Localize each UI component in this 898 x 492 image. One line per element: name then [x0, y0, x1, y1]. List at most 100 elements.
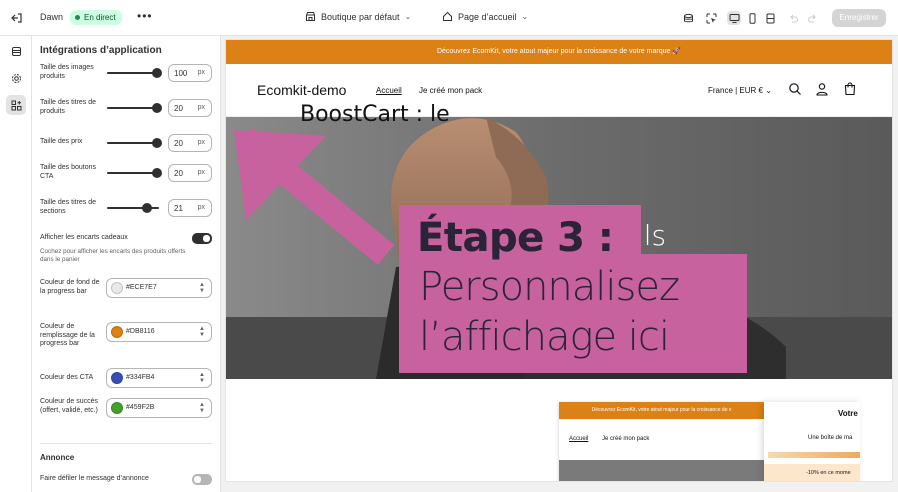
mobile-view-icon[interactable]: [745, 11, 759, 25]
color-label: Couleur des CTA: [40, 374, 94, 381]
nav-link-home[interactable]: Accueil: [376, 86, 402, 95]
tutorial-step-label-top: Étape 3 :: [399, 205, 641, 267]
setting-label: Taille des titres de sections: [40, 199, 97, 215]
store-logo[interactable]: Ecomkit-demo: [257, 82, 346, 98]
locale-selector[interactable]: France | EUR € ⌄: [708, 86, 772, 95]
cart-discount-text: -10% en ce mome: [806, 470, 851, 476]
search-icon[interactable]: [788, 82, 802, 96]
nav-link-pack[interactable]: Je créé mon pack: [419, 86, 482, 95]
range-slider[interactable]: [107, 138, 162, 148]
save-button[interactable]: Enregistrer: [832, 9, 886, 27]
slider-handle[interactable]: [142, 203, 152, 213]
inspector-icon[interactable]: [704, 11, 718, 25]
gift-toggle-label: Afficher les encarts cadeaux: [40, 234, 128, 241]
theme-selector-label: Boutique par défaut: [321, 11, 400, 22]
up-down-icon: ▲ ▼: [199, 402, 205, 414]
mini-announcement-bar: Découvrez EcomKit, votre atout majeur po…: [559, 402, 764, 419]
undo-icon[interactable]: [786, 11, 800, 25]
number-value: 100: [174, 69, 188, 78]
chevron-down-icon: ⌄: [521, 12, 529, 21]
chevron-down-icon: ⌄: [404, 12, 412, 21]
number-input[interactable]: 100 px: [168, 64, 212, 82]
setting-row-cta-size: Taille des boutons CTA 20 px: [40, 163, 214, 183]
setting-label: Taille des images produits: [40, 64, 94, 80]
app-embeds-icon[interactable]: [6, 95, 26, 115]
number-value: 20: [174, 104, 183, 113]
color-hex: #459F2B: [126, 404, 155, 411]
cart-message: Une boîte de ma: [808, 435, 853, 441]
cart-icon[interactable]: [843, 82, 857, 96]
tutorial-line-1: Personnalisez: [419, 264, 680, 310]
settings-sidebar: Intégrations d’application Taille des im…: [32, 36, 221, 492]
gift-toggle-row: Afficher les encarts cadeaux Cochez pour…: [40, 233, 214, 270]
slider-handle[interactable]: [152, 68, 162, 78]
top-bar: Dawn En direct ••• Boutique par défaut ⌄…: [0, 0, 898, 36]
color-hex: #DB8116: [126, 328, 155, 335]
color-label: Couleur de fond de la progress bar: [40, 279, 100, 295]
gift-toggle-switch[interactable]: [192, 233, 212, 244]
home-icon: [443, 11, 452, 21]
account-icon[interactable]: [815, 82, 829, 96]
fullscreen-icon[interactable]: [763, 11, 777, 25]
color-label: Couleur de succès (offert, validé, etc.): [40, 398, 98, 414]
tutorial-step-text-top: Étape 3 :: [417, 215, 614, 261]
color-swatch: [111, 402, 123, 414]
setting-label: Taille des boutons CTA: [40, 164, 97, 180]
number-value: 20: [174, 169, 183, 178]
gift-toggle-help: Cochez pour afficher les encarts des pro…: [40, 248, 186, 263]
color-row-success: Couleur de succès (offert, validé, etc.)…: [40, 398, 214, 428]
setting-row-title-size: Taille des titres de produits 20 px: [40, 98, 214, 118]
up-down-icon: ▲ ▼: [199, 282, 205, 294]
color-picker[interactable]: #459F2B ▲ ▼: [106, 398, 212, 418]
number-input[interactable]: 20 px: [168, 99, 212, 117]
slider-handle[interactable]: [152, 168, 162, 178]
color-row-progress-bg: Couleur de fond de la progress bar #ECE7…: [40, 278, 214, 308]
redo-icon[interactable]: [805, 11, 819, 25]
color-hex: #ECE7E7: [126, 284, 157, 291]
store-icon: [306, 12, 315, 21]
more-actions-button[interactable]: •••: [137, 9, 153, 23]
range-slider[interactable]: [107, 203, 159, 213]
toggle-knob: [203, 235, 210, 242]
unit-label: px: [197, 104, 205, 111]
unit-label: px: [197, 139, 205, 146]
sections-icon[interactable]: [6, 41, 26, 61]
divider: [40, 443, 212, 444]
color-row-cta: Couleur des CTA #334FB4 ▲ ▼: [40, 368, 214, 388]
color-row-progress-fill: Couleur de remplissage de la progress ba…: [40, 322, 214, 356]
slider-handle[interactable]: [152, 103, 162, 113]
announcement-bar[interactable]: Découvrez EcomKit, votre atout majeur po…: [226, 40, 892, 64]
database-icon[interactable]: [681, 11, 695, 25]
announce-toggle-row: Faire défiler le message d’annonce: [40, 474, 214, 488]
exit-icon[interactable]: [10, 11, 24, 25]
page-selector[interactable]: Page d’accueil ⌄: [442, 11, 528, 22]
page-selector-label: Page d’accueil: [458, 11, 517, 22]
range-slider[interactable]: [107, 103, 162, 113]
setting-row-image-size: Taille des images produits 100 px: [40, 64, 214, 84]
number-input[interactable]: 20 px: [168, 134, 212, 152]
range-slider[interactable]: [107, 68, 162, 78]
unit-label: px: [197, 69, 205, 76]
pointer-arrow-icon: [234, 127, 395, 266]
up-down-icon: ▲ ▼: [199, 372, 205, 384]
range-slider[interactable]: [107, 168, 162, 178]
cart-discount-banner: -10% en ce mome: [764, 464, 860, 481]
toggle-knob: [194, 476, 201, 483]
number-value: 21: [174, 204, 183, 213]
number-input[interactable]: 20 px: [168, 164, 212, 182]
slider-handle[interactable]: [152, 138, 162, 148]
mini-nav-home: Accueil: [569, 436, 589, 442]
color-picker[interactable]: #DB8116 ▲ ▼: [106, 322, 212, 342]
announce-section-title: Annonce: [40, 453, 75, 462]
color-picker[interactable]: #ECE7E7 ▲ ▼: [106, 278, 212, 298]
setting-row-section-title-size: Taille des titres de sections 21 px: [40, 198, 214, 218]
settings-gear-icon[interactable]: [6, 68, 26, 88]
number-input[interactable]: 21 px: [168, 199, 212, 217]
desktop-view-icon[interactable]: [727, 11, 741, 25]
unit-label: px: [197, 204, 205, 211]
theme-selector[interactable]: Boutique par défaut ⌄: [305, 11, 411, 22]
color-picker[interactable]: #334FB4 ▲ ▼: [106, 368, 212, 388]
announce-toggle-switch[interactable]: [192, 474, 212, 485]
up-down-icon: ▲ ▼: [199, 326, 205, 338]
color-label: Couleur de remplissage de la progress ba…: [40, 323, 95, 347]
